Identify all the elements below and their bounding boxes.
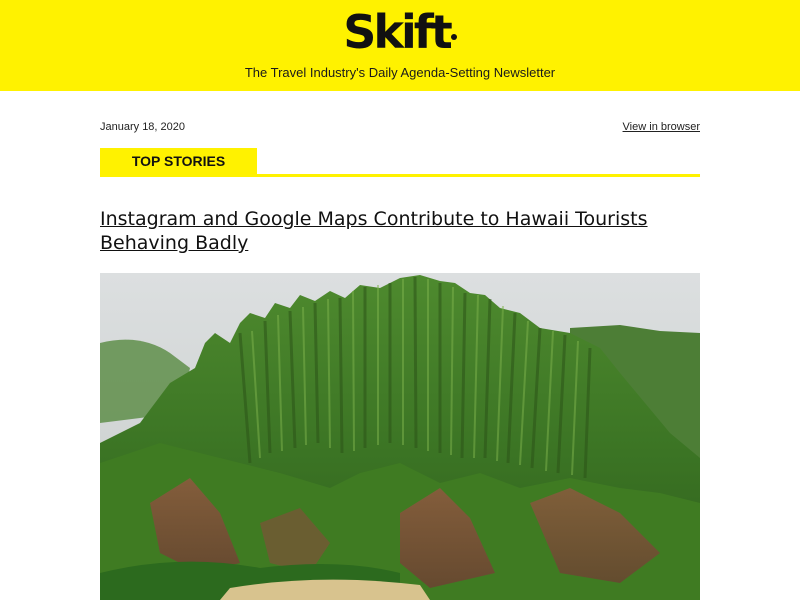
newsletter-header: Skift The Travel Industry's Daily Agenda… [0,0,800,91]
story-headline-link[interactable]: Instagram and Google Maps Contribute to … [100,207,700,255]
section-divider [100,174,700,177]
logo-text: Skift [343,5,452,59]
mountain-photo [100,273,700,600]
issue-date: January 18, 2020 [100,121,186,133]
newsletter-tagline: The Travel Industry's Daily Agenda-Setti… [244,65,556,80]
story-hero-image[interactable] [100,273,700,600]
logo-dot [450,34,457,40]
skift-logo[interactable]: Skift [0,4,800,60]
section-label: TOP STORIES [100,148,257,174]
section-header: TOP STORIES [100,148,700,177]
view-in-browser-link[interactable]: View in browser [623,121,700,133]
